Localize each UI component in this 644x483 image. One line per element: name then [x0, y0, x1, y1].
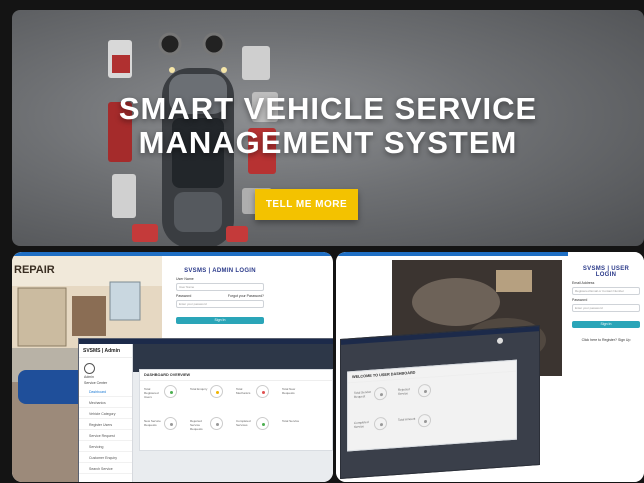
admin-sidebar: SVSMS | Admin Admin Service Center Dashb…: [79, 344, 133, 482]
stat-icon: [374, 386, 387, 401]
hero-title-line1: SMART VEHICLE SERVICE: [118, 91, 538, 126]
user-screenshot: SVSMS | USER LOGIN Email Address Registe…: [336, 252, 644, 482]
stat-label: Completed Services: [236, 419, 251, 427]
password-row: Password Forgot your Password?: [176, 294, 264, 298]
stat-icon: [374, 416, 387, 431]
stat-tile: Total Service: [282, 414, 322, 434]
password-input[interactable]: Enter your password: [572, 304, 640, 312]
user-sign-in-button[interactable]: Sign In: [572, 320, 640, 328]
admin-dashboard-window: SVSMS | Admin Admin Service Center Dashb…: [78, 338, 333, 482]
user-login-title: SVSMS | USER LOGIN: [582, 266, 630, 278]
email-input[interactable]: Registered Email or Contact Number: [572, 287, 640, 295]
admin-sign-in-button[interactable]: Sign In: [176, 316, 264, 324]
forgot-password-link[interactable]: Forgot your Password?: [228, 294, 264, 298]
user-login-form: SVSMS | USER LOGIN Email Address Registe…: [568, 260, 644, 360]
password-input[interactable]: Enter your password: [176, 300, 264, 308]
password-label: Password: [572, 298, 588, 302]
stat-tile: Total Enquiry: [190, 382, 230, 402]
user-overview-card: WELCOME TO USER DASHBOARD Total Service …: [347, 359, 517, 452]
stat-tile: Total New Requests: [282, 382, 322, 402]
admin-overview-title: DASHBOARD OVERVIEW: [140, 370, 332, 381]
collage: SMART VEHICLE SERVICE MANAGEMENT SYSTEM …: [0, 0, 644, 483]
stat-icon: [164, 417, 177, 430]
stat-tile: Total Amount: [398, 410, 438, 433]
admin-overview-card: DASHBOARD OVERVIEW Total Registered User…: [139, 369, 333, 451]
nav-vehicle-category[interactable]: Vehicle Category: [79, 408, 132, 419]
tell-me-more-button[interactable]: TELL ME MORE: [255, 189, 358, 220]
repair-sign: REPAIR: [14, 264, 55, 276]
stat-tile: New Service Requests: [144, 414, 184, 434]
username-input[interactable]: User Name: [176, 283, 264, 291]
stat-label: Total Enquiry: [190, 387, 208, 391]
tire-icons: [158, 32, 226, 56]
stat-icon: [418, 413, 431, 428]
stat-label: Total Mechanics: [236, 387, 251, 395]
stat-label: Total New Requests: [282, 387, 296, 395]
admin-header-bar: [133, 344, 333, 372]
username-label: User Name: [176, 277, 194, 281]
stat-icon: [164, 385, 177, 398]
stat-tile: Completed Service: [354, 413, 394, 436]
hero-title-line2: MANAGEMENT SYSTEM: [138, 125, 518, 160]
stat-tile: Total Registered Users: [144, 382, 184, 402]
nav-servicing[interactable]: Servicing: [79, 441, 132, 452]
stat-tile: Rejected Service: [398, 380, 438, 403]
stat-label: Completed Service: [354, 419, 369, 430]
nav-search-service[interactable]: Search Service: [79, 463, 132, 474]
admin-screenshot: REPAIR SVSMS | ADMIN LOGIN User Name Use…: [12, 252, 333, 482]
email-label: Email Address: [572, 281, 595, 285]
stat-label: Rejected Service: [398, 387, 410, 396]
admin-login-title: SVSMS | ADMIN LOGIN: [184, 268, 256, 274]
stat-tile: Rejected Service Requests: [190, 414, 230, 434]
stat-label: Rejected Service Requests: [190, 419, 203, 431]
stat-label: Total Service: [282, 419, 300, 423]
nav-service-request[interactable]: Service Request: [79, 430, 132, 441]
nav-mechanics[interactable]: Mechanics: [79, 397, 132, 408]
stat-icon: [210, 417, 223, 430]
stat-label: Total Amount: [398, 416, 416, 422]
nav-dashboard[interactable]: Dashboard: [79, 386, 132, 397]
password-label: Password: [176, 294, 192, 298]
register-link[interactable]: Click here to Register? Sign Up: [572, 338, 640, 342]
stat-tile: Total Mechanics: [236, 382, 276, 402]
hero-banner: SMART VEHICLE SERVICE MANAGEMENT SYSTEM …: [12, 10, 644, 246]
stat-tile: Total Service Request: [354, 383, 394, 406]
admin-brand: SVSMS | Admin: [79, 344, 132, 358]
hero-title: SMART VEHICLE SERVICE MANAGEMENT SYSTEM: [12, 92, 644, 160]
stat-icon: [418, 383, 431, 398]
stat-icon: [256, 417, 269, 430]
user-avatar-icon: [84, 363, 95, 374]
nav-customer-enquiry[interactable]: Customer Enquiry: [79, 452, 132, 463]
user-dashboard-window: WELCOME TO USER DASHBOARD Total Service …: [340, 325, 540, 479]
stat-label: Total Registered Users: [144, 387, 159, 399]
stat-icon: [256, 385, 269, 398]
stat-label: New Service Requests: [144, 419, 161, 427]
stat-tile: Completed Services: [236, 414, 276, 434]
stat-icon: [210, 385, 223, 398]
stat-label: Total Service Request: [354, 389, 372, 400]
user-avatar-icon: [497, 337, 503, 345]
nav-register-users[interactable]: Register Users: [79, 419, 132, 430]
